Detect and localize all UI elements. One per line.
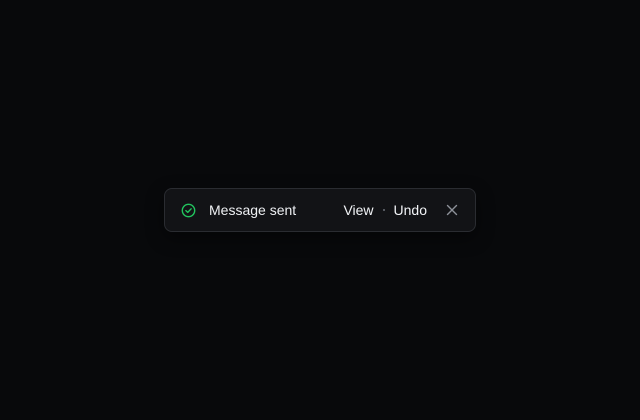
view-button[interactable]: View [343, 200, 373, 220]
toast-message: Message sent [209, 202, 297, 218]
check-circle-icon [181, 203, 196, 218]
close-icon[interactable] [445, 203, 459, 217]
notification-toast: Message sent View Undo [164, 188, 476, 232]
undo-button[interactable]: Undo [394, 200, 427, 220]
separator-dot [382, 209, 385, 211]
